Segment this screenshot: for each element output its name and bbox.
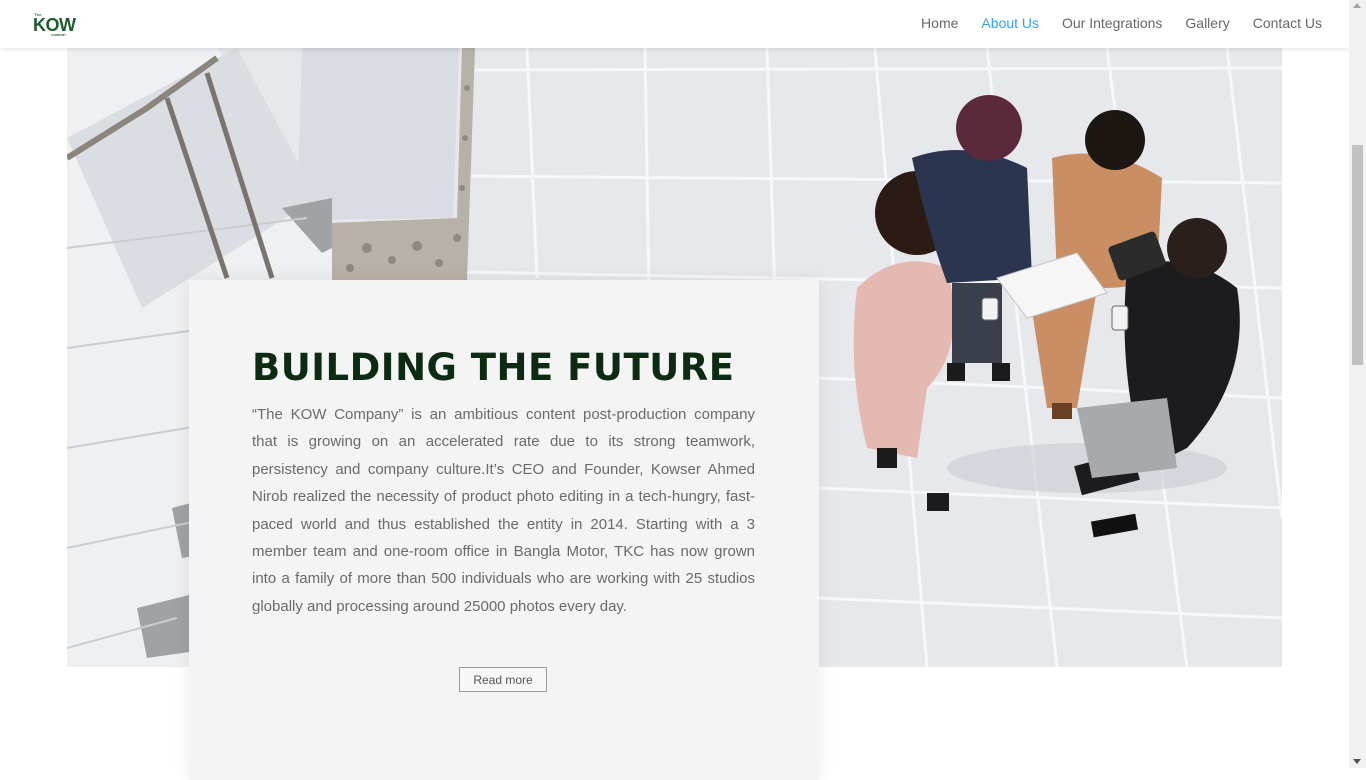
main-nav: Home About Us Our Integrations Gallery C… [921,15,1322,31]
scroll-thumb[interactable] [1352,145,1363,365]
site-header: The KOW COMPANY Home About Us Our Integr… [0,0,1349,48]
card-body-text: “The KOW Company” is an ambitious conten… [252,406,755,615]
scroll-down-arrow-icon[interactable] [1353,759,1361,764]
logo[interactable]: The KOW COMPANY [33,12,81,38]
about-card: BUILDING THE FUTURE “The KOW Company” is… [189,280,819,780]
nav-gallery[interactable]: Gallery [1185,15,1229,31]
scroll-up-arrow-icon[interactable] [1353,3,1361,8]
logo-sub-text: COMPANY [51,33,67,37]
nav-about-us[interactable]: About Us [981,15,1039,31]
nav-our-integrations[interactable]: Our Integrations [1062,15,1162,31]
page-scrollbar[interactable] [1349,0,1366,768]
read-more-button[interactable]: Read more [459,667,547,692]
card-title: BUILDING THE FUTURE [252,346,735,389]
nav-contact-us[interactable]: Contact Us [1253,15,1322,31]
nav-home[interactable]: Home [921,15,958,31]
